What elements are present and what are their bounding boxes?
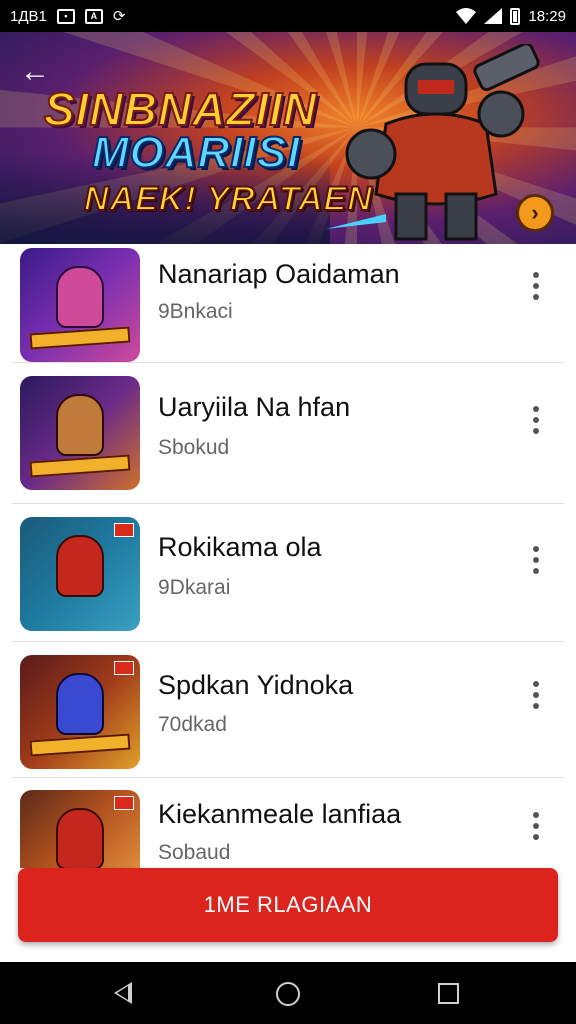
list-item-title: Uaryiila Na hfan [158,392,351,422]
thumb-character [56,394,104,456]
home-circle-icon[interactable] [276,982,300,1006]
game-thumbnail [20,376,140,490]
thumb-logo-band [29,733,131,757]
more-vertical-icon[interactable] [522,266,550,306]
more-vertical-icon[interactable] [522,806,550,846]
list-item-subtitle: 9Bnkaci [158,300,233,323]
game-thumbnail [20,248,140,362]
thumb-character [56,535,104,597]
more-vertical-icon[interactable] [522,675,550,715]
status-bar: 1ДB1 ▪ A ⟳ 18:29 [0,0,576,32]
game-thumbnail [20,655,140,769]
gallery-icon: ▪ [56,8,75,24]
banner-title-line3: NAEK! YRATAEN [83,179,373,219]
back-triangle-icon[interactable] [114,982,132,1004]
chevron-right-icon[interactable]: › [516,194,554,232]
list-item-title: Kiekanmeale lanfiaa [158,799,402,829]
hero-banner[interactable]: ← SINBNAZIIN MOARIISI NAEK! YRATAEN [0,32,576,244]
thumb-badge [114,523,134,537]
thumb-character [56,808,104,868]
list-item[interactable]: Uaryiila Na hfan Sbokud [0,362,576,504]
thumb-badge [114,796,134,810]
list-item-subtitle: Sobaud [158,841,231,864]
list-item[interactable]: Spdkan Yidnoka 70dkad [0,642,576,778]
wifi-icon [456,8,477,24]
list-item-title: Nanariap Oaidaman [158,259,400,289]
system-nav-bar [0,962,576,1024]
list-item-subtitle: Sbokud [158,436,230,459]
banner-title-line2: MOARIISI [91,127,301,178]
recents-square-icon[interactable] [438,983,459,1004]
list-item[interactable]: Kiekanmeale lanfiaa Sobaud [0,778,576,868]
more-vertical-icon[interactable] [522,540,550,580]
thumb-logo-band [29,326,131,350]
list-item[interactable]: Rokikama ola 9Dkarai [0,504,576,642]
status-left-text: 1ДB1 [10,7,47,25]
thumb-badge [114,661,134,675]
battery-icon [510,7,521,25]
app-screen: 1ДB1 ▪ A ⟳ 18:29 ← SINBNAZIIN MOARIISI N… [0,0,576,1024]
game-thumbnail [20,517,140,631]
game-list: Nanariap Oaidaman 9Bnkaci Uaryiila Na hf… [0,244,576,868]
thumb-character [56,266,104,328]
list-item-title: Rokikama ola [158,532,322,562]
signal-icon [484,8,503,24]
list-item-title: Spdkan Yidnoka [158,670,354,700]
status-time: 18:29 [528,7,566,25]
sync-icon: ⟳ [112,8,126,25]
list-item-subtitle: 70dkad [158,713,227,736]
more-vertical-icon[interactable] [522,400,550,440]
list-item[interactable]: Nanariap Oaidaman 9Bnkaci [0,244,576,363]
game-thumbnail [20,790,140,868]
thumb-logo-band [29,454,131,478]
thumb-character [56,673,104,735]
primary-action-button[interactable]: 1ME RLAGIAAN [18,868,558,942]
a-app-icon: A [84,8,103,24]
list-item-subtitle: 9Dkarai [158,576,231,599]
